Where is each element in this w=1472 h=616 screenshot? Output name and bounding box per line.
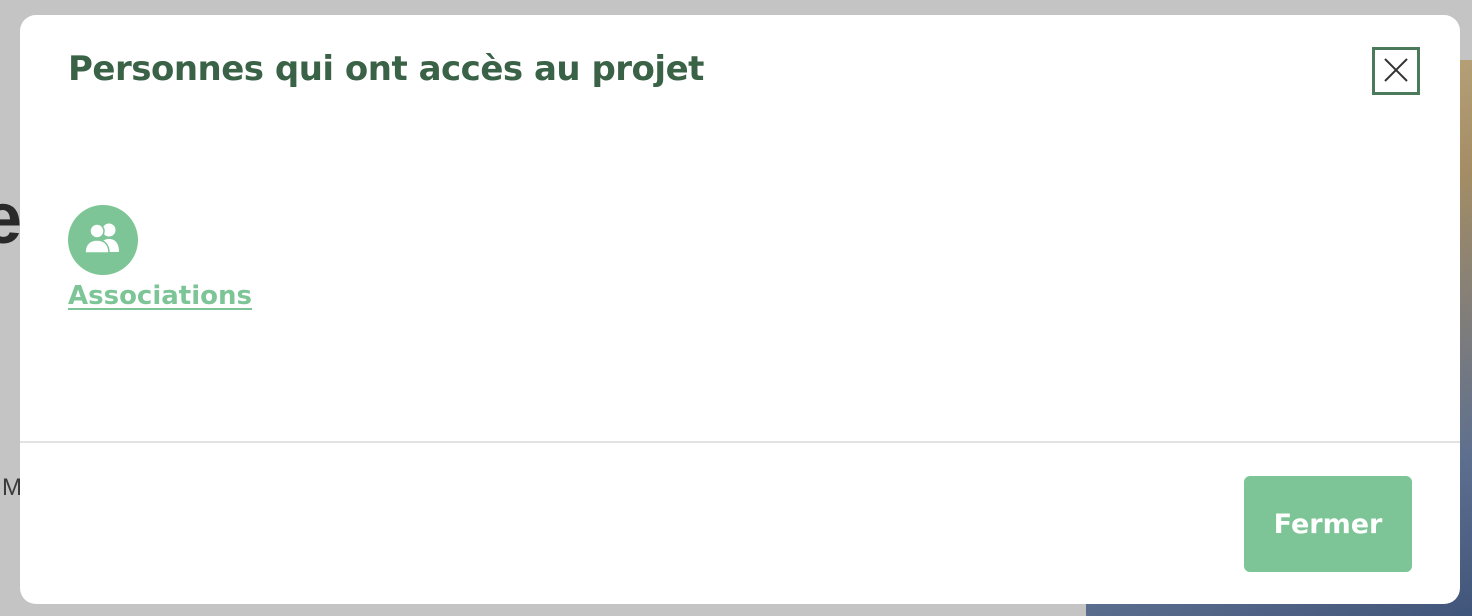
close-button[interactable] (1372, 47, 1420, 95)
background-text-fragment: M (2, 474, 22, 501)
associations-link[interactable]: Associations (68, 281, 252, 311)
access-modal: Personnes qui ont accès au projet Associ… (20, 15, 1460, 604)
close-icon (1383, 57, 1409, 86)
modal-title: Personnes qui ont accès au projet (68, 49, 704, 89)
users-icon (82, 221, 124, 260)
associations-avatar (68, 205, 138, 275)
fermer-button[interactable]: Fermer (1244, 476, 1412, 572)
footer-divider (20, 441, 1460, 443)
